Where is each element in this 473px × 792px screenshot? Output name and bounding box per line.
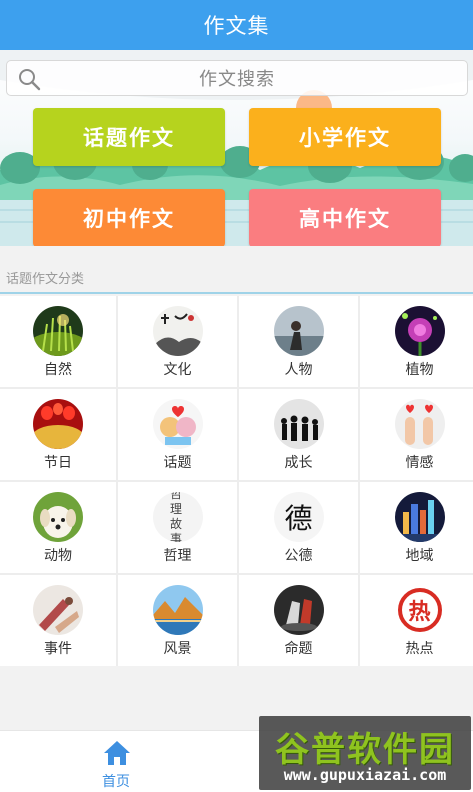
grid-item-proposition[interactable]: 命题 — [239, 575, 358, 666]
grid-item-nature[interactable]: 自然 — [0, 296, 116, 387]
grid-item-label: 文化 — [163, 362, 192, 378]
senior-essay-button[interactable]: 高中作文 — [249, 189, 441, 247]
section-title: 话题作文分类 — [6, 272, 85, 287]
scenery-icon — [152, 585, 203, 635]
grid-item-label: 话题 — [163, 455, 192, 471]
grid-item-label: 哲理 — [163, 548, 192, 564]
plant-icon — [394, 306, 445, 356]
watermark-url: www.gupuxiazai.com — [283, 766, 447, 784]
category-section-header: 话题作文分类 — [0, 246, 473, 294]
tab-home-label: 首页 — [102, 774, 130, 790]
topic-essay-label: 话题作文 — [83, 126, 175, 150]
primary-essay-button[interactable]: 小学作文 — [249, 108, 441, 166]
grid-item-label: 植物 — [405, 362, 434, 378]
morality-thumb-text: 德 — [284, 502, 313, 535]
search-placeholder: 作文搜索 — [199, 69, 275, 90]
grid-item-scenery[interactable]: 风景 — [118, 575, 237, 666]
grid-item-people[interactable]: 人物 — [239, 296, 358, 387]
grid-item-label: 人物 — [284, 362, 313, 378]
morality-icon: 德 — [273, 492, 324, 542]
grid-item-label: 风景 — [163, 641, 192, 657]
grid-item-label: 公德 — [284, 548, 313, 564]
grid-item-label: 命题 — [284, 641, 313, 657]
grid-item-culture[interactable]: 文化 — [118, 296, 237, 387]
grid-item-label: 事件 — [44, 641, 72, 657]
grid-item-festival[interactable]: 节日 — [0, 389, 116, 480]
grid-item-label: 成长 — [284, 455, 313, 471]
grid-item-label: 节日 — [44, 455, 72, 471]
grid-item-plant[interactable]: 植物 — [360, 296, 473, 387]
topic-category-grid: 自然 文化 人物 植物 节日 话题 成长 情感 动物 哲 理 故 事 哲理 德 … — [0, 296, 473, 666]
title-bar: 作文集 — [0, 0, 473, 50]
grid-item-label: 动物 — [44, 548, 72, 564]
topic-icon — [152, 399, 203, 449]
junior-essay-label: 初中作文 — [83, 207, 175, 231]
grid-item-hotspot[interactable]: 热 热点 — [360, 575, 473, 666]
grid-item-philosophy[interactable]: 哲 理 故 事 哲理 — [118, 482, 237, 573]
tab-home[interactable]: 首页 — [80, 731, 152, 792]
watermark-logo: 谷普软件园 www.gupuxiazai.com — [259, 716, 471, 790]
event-icon — [33, 585, 83, 635]
culture-icon — [152, 306, 203, 356]
grid-item-growth[interactable]: 成长 — [239, 389, 358, 480]
topic-essay-button[interactable]: 话题作文 — [33, 108, 225, 166]
emotion-icon — [394, 399, 445, 449]
grid-item-morality[interactable]: 德 公德 — [239, 482, 358, 573]
grid-item-label: 热点 — [405, 641, 434, 657]
watermark-brand: 谷普软件园 — [275, 730, 455, 770]
animal-icon — [33, 492, 83, 542]
grid-item-label: 地域 — [405, 548, 434, 564]
primary-essay-label: 小学作文 — [299, 126, 391, 150]
grid-item-event[interactable]: 事件 — [0, 575, 116, 666]
grid-item-emotion[interactable]: 情感 — [360, 389, 473, 480]
festival-icon — [33, 399, 83, 449]
junior-essay-button[interactable]: 初中作文 — [33, 189, 225, 247]
region-icon — [394, 492, 445, 542]
growth-icon — [273, 399, 324, 449]
grid-item-animal[interactable]: 动物 — [0, 482, 116, 573]
philosophy-thumb-text: 哲 理 故 事 — [169, 492, 185, 542]
grid-item-region[interactable]: 地域 — [360, 482, 473, 573]
philosophy-icon: 哲 理 故 事 — [152, 492, 203, 542]
page-title: 作文集 — [203, 14, 270, 38]
people-icon — [273, 306, 324, 356]
nature-icon — [33, 306, 83, 356]
hotspot-thumb-text: 热 — [408, 600, 431, 625]
senior-essay-label: 高中作文 — [299, 207, 391, 231]
home-icon — [104, 741, 130, 765]
search-bar[interactable]: 作文搜索 — [6, 60, 468, 96]
grid-item-label: 自然 — [44, 362, 72, 378]
hotspot-icon: 热 — [394, 585, 445, 635]
grid-item-label: 情感 — [405, 455, 434, 471]
grid-item-topic[interactable]: 话题 — [118, 389, 237, 480]
search-icon — [19, 69, 41, 91]
hotspot-seal-ring: 热 — [397, 588, 442, 632]
proposition-icon — [273, 585, 324, 635]
